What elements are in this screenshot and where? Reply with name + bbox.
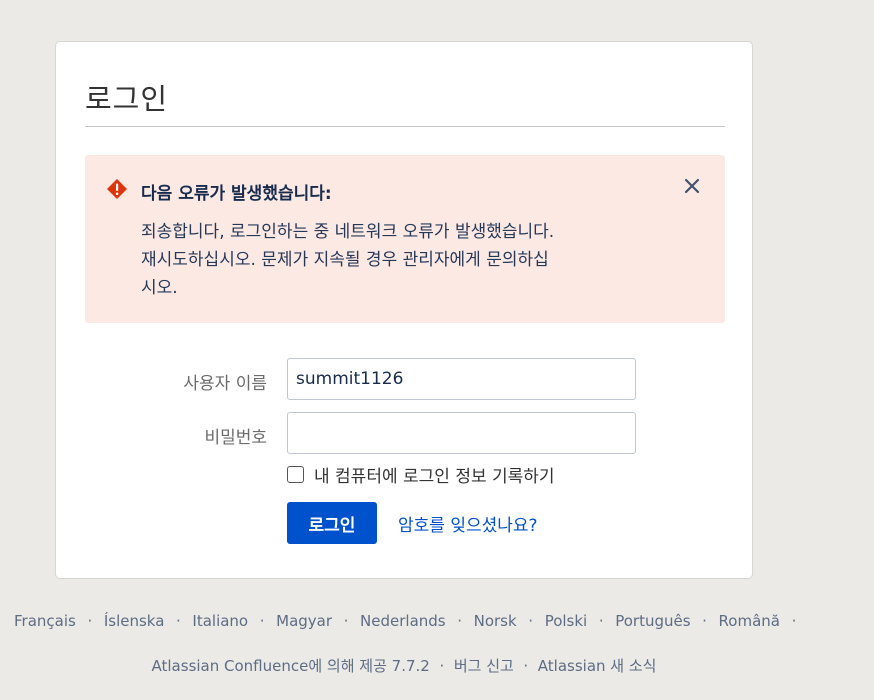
password-field[interactable] [287,412,636,454]
language-link[interactable]: Français [14,612,76,630]
remember-me-row: 내 컴퓨터에 로그인 정보 기록하기 [287,462,555,487]
language-link[interactable]: Íslenska [104,612,165,630]
separator: · [702,612,707,630]
separator: · [598,612,604,630]
remember-me-checkbox[interactable] [287,466,304,483]
title-divider [85,126,725,127]
powered-by-link[interactable]: Atlassian Confluence에 의해 제공 7.7.2 [152,657,430,675]
separator: · [176,612,181,630]
language-link[interactable]: Italiano [192,612,248,630]
language-link[interactable]: Polski [545,612,588,630]
bug-report-link[interactable]: 버그 신고 [454,657,514,675]
username-field[interactable] [287,358,636,400]
page-title: 로그인 [85,82,169,116]
error-icon [107,179,127,199]
remember-me-label: 내 컴퓨터에 로그인 정보 기록하기 [314,467,555,487]
news-link[interactable]: Atlassian 새 소식 [538,657,657,675]
language-link[interactable]: Magyar [276,612,332,630]
footer: Atlassian Confluence에 의해 제공 7.7.2 · 버그 신고 ·… [0,655,808,676]
close-icon[interactable] [681,175,703,197]
forgot-password-link[interactable]: 암호를 잊으셨나요? [398,511,538,536]
language-link[interactable]: Norsk [474,612,517,630]
language-link[interactable]: Nederlands [360,612,446,630]
separator: · [343,612,349,630]
separator: · [791,612,797,630]
username-label: 사용자 이름 [183,374,267,394]
error-body: 죄송합니다, 로그인하는 중 네트워크 오류가 발생했습니다. 재시도하십시오.… [141,218,671,302]
language-link[interactable]: Português [615,612,690,630]
error-line: 죄송합니다, 로그인하는 중 네트워크 오류가 발생했습니다. [141,222,555,242]
login-card: 로그인 다음 오류가 발생했습니다: 죄송합니다, 로그인하는 중 네트워크 오… [55,41,753,579]
separator: · [523,657,529,675]
language-link[interactable]: Română [719,612,780,630]
language-list: Français · Íslenska · Italiano · Magyar · Nederl… [14,612,874,630]
separator: · [528,612,534,630]
error-line: 시오. [141,278,178,298]
separator: · [87,612,93,630]
separator: · [457,612,462,630]
login-button[interactable]: 로그인 [287,502,377,544]
error-message: 다음 오류가 발생했습니다: 죄송합니다, 로그인하는 중 네트워크 오류가 발… [85,155,725,323]
error-line: 재시도하십시오. 문제가 지속될 경우 관리자에게 문의하십 [141,250,549,270]
separator: · [259,612,265,630]
password-label: 비밀번호 [204,428,267,448]
separator: · [439,657,445,675]
error-title: 다음 오류가 발생했습니다: [141,184,332,204]
